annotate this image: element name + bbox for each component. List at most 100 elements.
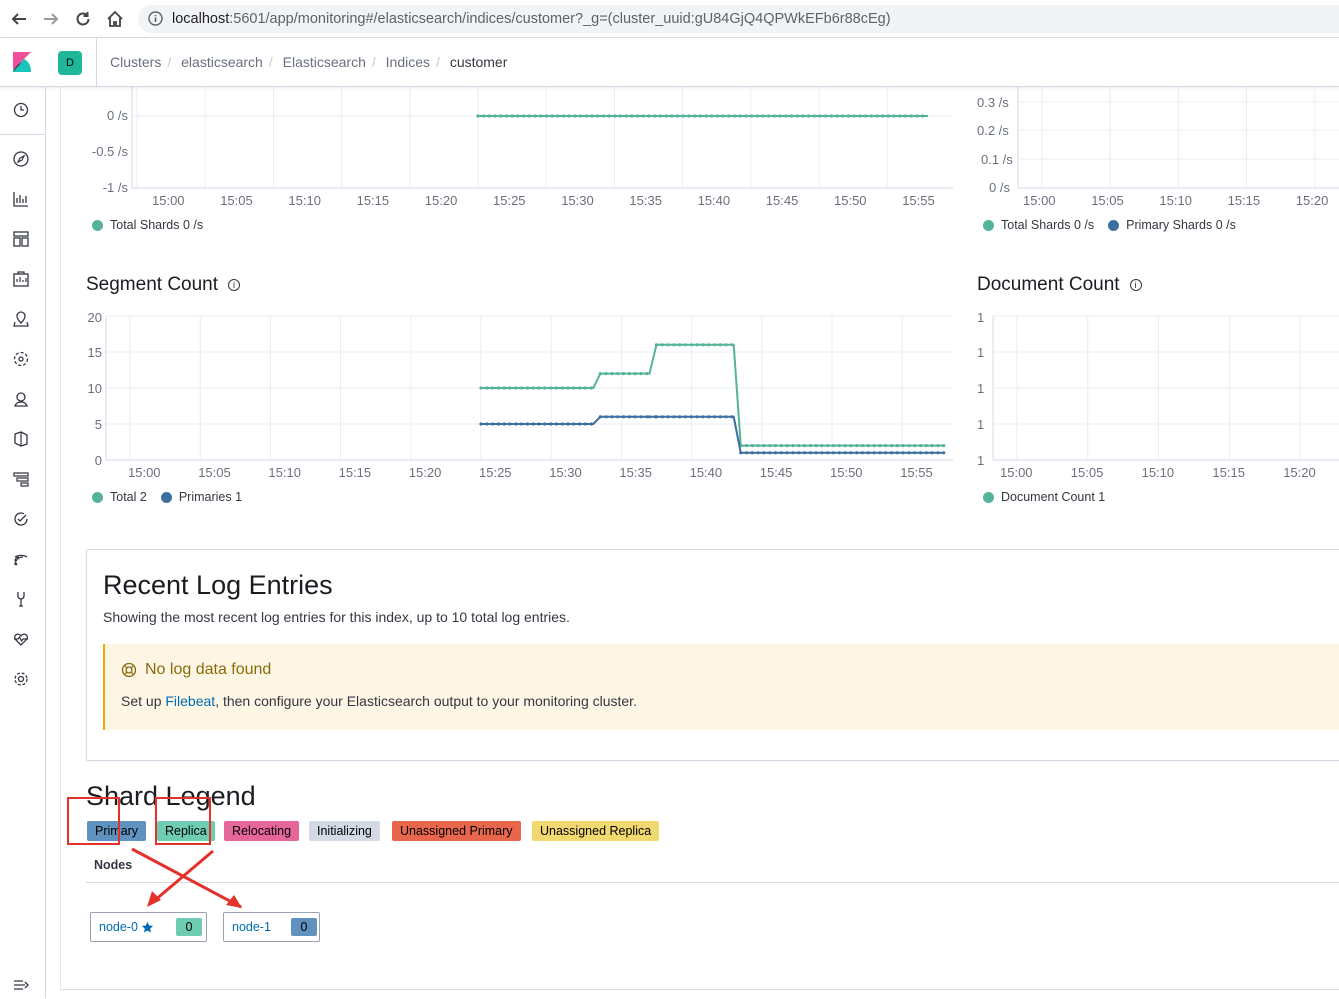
infrastructure-icon[interactable] [12,390,32,410]
devtools-icon[interactable] [12,590,32,610]
logs-icon[interactable] [12,430,32,450]
segment-count-title: Segment Count i [86,274,241,296]
primary-segments-line [481,415,945,454]
node-name[interactable]: node-1 [232,920,271,934]
total-shards-point [892,114,896,118]
primary-segments-point [814,451,818,455]
total-segments-line [481,343,945,447]
primary-segments-point [543,422,547,426]
breadcrumb-clusters[interactable]: Clusters [110,54,161,70]
primary-segments-point [936,451,940,455]
total-shards-point [499,114,503,118]
total-segments-point [701,343,705,347]
canvas-icon[interactable] [12,270,32,290]
primary-segments-point [525,422,529,426]
legend-item[interactable]: Primary Shards 0 /s [1108,218,1236,232]
x-tick: 15:05 [198,465,231,480]
total-shards-point [903,114,908,118]
clock-icon[interactable] [12,101,32,121]
main-content: 0 /s -0.5 /s -1 /s 15:00 15:05 15:10 15:15 1… [46,87,1339,998]
info-icon[interactable]: i [1129,279,1142,291]
total-shards-point [869,114,873,118]
total-shards-point [476,114,480,118]
legend-item[interactable]: Total Shards 0 /s [983,218,1094,232]
info-circle-icon[interactable] [148,11,163,31]
legend-item[interactable]: Primaries 1 [160,490,242,504]
info-icon[interactable]: i [228,279,241,291]
total-segments-point [610,372,614,376]
total-shards-point [527,114,531,118]
total-shards-point [824,114,828,118]
monitoring-icon[interactable] [12,630,32,650]
primary-segments-point [589,422,593,426]
breadcrumb-elasticsearch[interactable]: Elasticsearch [283,54,366,70]
total-shards-point [579,114,583,118]
x-tick: 15:30 [561,193,594,208]
y-tick: 1 [977,381,985,396]
forward-icon[interactable] [40,8,62,30]
legend-item[interactable]: Document Count 1 [983,490,1105,504]
visualize-icon[interactable] [12,190,32,210]
compass-icon[interactable] [12,150,32,170]
apm-icon[interactable] [12,470,32,490]
y-tick: 0 [94,453,102,468]
total-segments-point [724,343,728,347]
total-shards-point [812,114,816,118]
legend-label: Total Shards 0 /s [1001,218,1095,232]
maps-icon[interactable] [12,310,32,330]
primary-segments-point [695,415,699,419]
total-shards-point [670,114,674,118]
ml-icon[interactable] [12,350,32,370]
breadcrumb-indices[interactable]: Indices [386,54,430,70]
total-shards-point [641,114,645,118]
total-shards-point [744,114,748,118]
primary-segments-point [514,422,518,426]
url-bar[interactable]: localhost:5601/app/monitoring#/elasticse… [138,5,1339,33]
total-segments-point [583,386,587,390]
total-segments-point [942,444,946,448]
collapse-icon[interactable] [12,976,32,996]
total-segments-point [913,444,917,448]
primary-segments-point [924,451,928,455]
total-shards-point [687,114,691,118]
total-segments-point [831,444,836,448]
dashboard-icon[interactable] [12,230,32,250]
x-tick: 15:00 [1023,193,1056,208]
uptime-icon[interactable] [12,510,32,530]
kibana-logo-icon[interactable] [10,50,34,74]
back-icon[interactable] [8,8,30,30]
total-shards-point [556,114,560,118]
x-tick: 15:20 [408,465,442,480]
management-icon[interactable] [12,670,32,690]
primary-segments-point [496,422,500,426]
primary-segments-point [554,422,558,426]
total-shards-point [658,114,663,118]
home-icon[interactable] [104,8,126,30]
total-shards-point [573,114,577,118]
total-shards-point [835,114,839,118]
primary-segments-point [930,451,934,455]
x-tick: 15:05 [1091,193,1124,208]
legend-item[interactable]: Total 2 [92,490,147,504]
legend-dot [160,491,172,503]
total-segments-point [707,343,711,347]
total-shards-point [846,114,851,118]
filebeat-link[interactable]: Filebeat [165,693,215,709]
total-segments-point [660,343,664,347]
annotation-box-primary [67,797,120,845]
total-segments-point [485,386,489,390]
space-avatar[interactable]: D [58,51,82,75]
primary-segments-point [756,451,760,455]
total-shards-point [715,114,720,118]
node-name[interactable]: node-0 [99,920,154,934]
primary-segments-point [639,415,643,419]
x-tick: 15:30 [549,465,582,480]
recent-logs-description: Showing the most recent log entries for … [103,609,570,625]
reload-icon[interactable] [72,8,94,30]
total-shards-point [522,114,526,118]
legend-item[interactable]: Total Shards 0 /s [92,218,203,232]
total-segments-point [814,444,818,448]
primary-segments-point [707,415,711,419]
siem-icon[interactable] [12,550,32,570]
breadcrumb-cluster[interactable]: elasticsearch [181,54,263,70]
